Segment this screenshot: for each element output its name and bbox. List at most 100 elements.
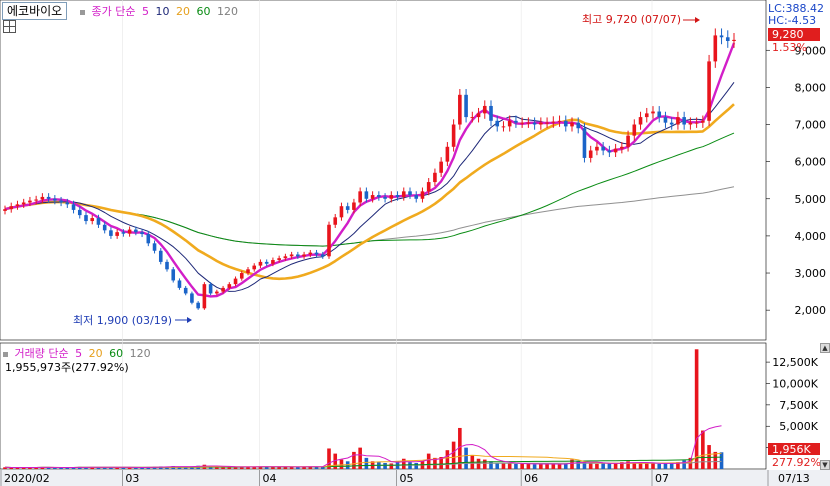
- candle-body: [140, 232, 144, 235]
- candle-body: [246, 269, 250, 274]
- candle-body: [408, 191, 412, 196]
- low-annotation: 최저 1,900 (03/19): [73, 314, 172, 327]
- volume-tick-label: 7,500K: [779, 399, 818, 412]
- candle-body: [227, 284, 232, 288]
- volume-bar: [657, 463, 662, 469]
- candle-body: [102, 224, 107, 231]
- candle-body: [196, 302, 200, 309]
- volume-bar: [532, 464, 537, 469]
- candle-body: [470, 117, 475, 119]
- candle-body: [264, 261, 269, 264]
- candle-body: [40, 196, 45, 200]
- candle-body: [34, 199, 38, 201]
- candle-body: [651, 111, 655, 114]
- candle-body: [53, 198, 57, 201]
- scroll-up-icon[interactable]: ▲: [820, 343, 830, 353]
- volume-bar: [389, 463, 394, 469]
- candle-body: [389, 195, 394, 199]
- date-tick-label: 2020/02: [4, 472, 50, 485]
- candle-body: [370, 195, 375, 199]
- price-tick-label: 7,000: [795, 119, 827, 132]
- stock-name-box[interactable]: 에코바이오: [2, 2, 68, 20]
- candle-body: [514, 120, 518, 123]
- volume-bar: [663, 463, 668, 469]
- candle-body: [233, 278, 238, 285]
- volume-tag: 1,956K: [772, 443, 811, 456]
- volume-bar: [607, 463, 612, 469]
- candle-body: [626, 135, 630, 147]
- candle-body: [215, 291, 219, 294]
- ma5-legend: 5: [141, 5, 149, 18]
- volume-bar: [414, 463, 419, 469]
- candle-body: [339, 206, 344, 218]
- price-tick-label: 8,000: [795, 81, 827, 94]
- candle-body: [3, 209, 7, 211]
- volume-bar: [682, 460, 686, 469]
- price-tick-label: 4,000: [795, 230, 827, 243]
- volume-bar: [694, 349, 699, 469]
- candle-body: [9, 206, 14, 210]
- price-tick-label: 6,000: [795, 156, 827, 169]
- candle-body: [327, 224, 331, 257]
- candle-body: [77, 209, 82, 216]
- candle-body: [676, 117, 680, 125]
- vol-ma120-legend: 120: [129, 347, 151, 360]
- ma10-legend: 10: [155, 5, 170, 18]
- volume-pct-tag: 277.92%: [772, 456, 821, 469]
- candle-body: [595, 146, 599, 151]
- candle-body: [202, 284, 207, 309]
- price-tick-label: 2,000: [795, 304, 827, 317]
- candle-body: [420, 191, 425, 199]
- volume-bar: [383, 463, 387, 469]
- candle-body: [638, 117, 643, 125]
- candle-body: [657, 111, 662, 118]
- volume-bar: [719, 452, 724, 469]
- grid-toggle-icon[interactable]: [3, 20, 16, 33]
- candle-body: [725, 37, 730, 41]
- volume-tick-label: 12,500K: [772, 356, 818, 369]
- volume-bar: [601, 463, 605, 469]
- candle-body: [501, 126, 506, 128]
- candle-body: [570, 122, 574, 127]
- candle-body: [302, 254, 306, 257]
- candle-body: [383, 196, 387, 199]
- candle-body: [526, 122, 531, 124]
- candle-body: [688, 122, 693, 125]
- candle-body: [90, 218, 95, 222]
- candle-body: [152, 243, 157, 251]
- candle-body: [644, 113, 649, 118]
- candle-body: [476, 113, 481, 118]
- volume-bar: [669, 463, 674, 469]
- candle-body: [507, 120, 512, 127]
- volume-bar: [701, 430, 705, 469]
- candle-body: [632, 124, 637, 136]
- candle-body: [65, 202, 70, 205]
- candle-body: [345, 206, 350, 210]
- volume-bar: [507, 463, 512, 469]
- candle-body: [165, 261, 169, 270]
- volume-bar: [526, 463, 531, 469]
- price-legend: 종가 단순 5 10 20 60 120: [80, 3, 241, 19]
- volume-bar: [364, 457, 369, 469]
- scroll-down-icon[interactable]: ▼: [820, 460, 830, 470]
- candle-body: [21, 202, 26, 205]
- candle-body: [682, 117, 686, 125]
- volume-bar: [451, 441, 456, 469]
- candle-body: [707, 61, 711, 121]
- volume-bar: [445, 450, 450, 469]
- stock-chart: 2,0003,0004,0005,0006,0007,0008,0009,000…: [0, 0, 830, 486]
- candle-body: [719, 35, 724, 38]
- volume-bar: [520, 463, 524, 469]
- volume-bar: [595, 463, 599, 469]
- candle-body: [28, 200, 32, 203]
- candle-body: [663, 117, 668, 123]
- date-tick-label: 03: [125, 472, 139, 485]
- candle-body: [489, 105, 493, 121]
- volume-bar: [339, 459, 344, 469]
- volume-tick-label: 5,000K: [779, 420, 818, 433]
- volume-bar: [651, 463, 655, 469]
- date-tick-label: 05: [400, 472, 414, 485]
- candle-body: [364, 191, 369, 199]
- volume-legend-swatch: [3, 351, 8, 357]
- candle-body: [607, 150, 612, 153]
